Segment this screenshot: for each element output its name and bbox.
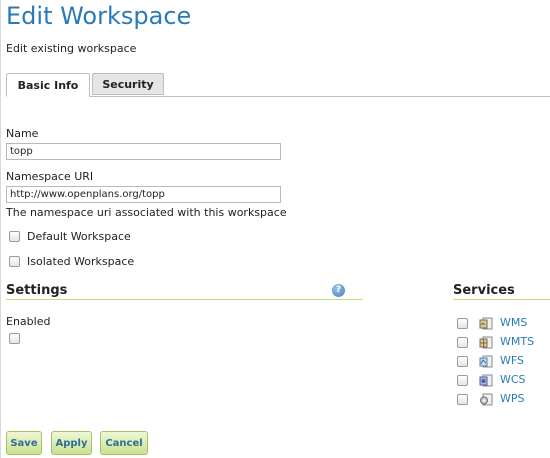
service-checkbox-wms[interactable] [457, 318, 468, 329]
namespace-uri-label: Namespace URI [6, 170, 94, 183]
cancel-button[interactable]: Cancel [100, 431, 148, 455]
enabled-checkbox[interactable] [9, 333, 20, 344]
service-link-wfs[interactable]: WFS [500, 354, 524, 367]
service-checkbox-wmts[interactable] [457, 337, 468, 348]
isolated-workspace-label: Isolated Workspace [27, 255, 135, 268]
tab-security[interactable]: Security [92, 73, 164, 95]
feature-icon [479, 355, 493, 368]
settings-title: Settings [6, 283, 68, 298]
name-field[interactable] [6, 143, 281, 160]
service-checkbox-wcs[interactable] [457, 375, 468, 386]
service-link-wmts[interactable]: WMTS [500, 335, 534, 348]
left-border [0, 0, 1, 458]
service-checkbox-wfs[interactable] [457, 356, 468, 367]
services-divider [453, 299, 550, 300]
namespace-uri-help: The namespace uri associated with this w… [6, 206, 287, 219]
tab-bar: Basic Info Security [6, 73, 550, 97]
settings-divider [6, 299, 363, 300]
tab-basic-info[interactable]: Basic Info [6, 73, 90, 97]
default-workspace-checkbox[interactable] [9, 231, 20, 242]
enabled-label: Enabled [6, 315, 51, 328]
save-button[interactable]: Save [6, 431, 42, 455]
tile-map-icon [479, 336, 493, 349]
service-link-wms[interactable]: WMS [500, 316, 527, 329]
map-icon [479, 317, 493, 330]
coverage-icon [479, 374, 493, 387]
page-subtitle: Edit existing workspace [6, 42, 137, 55]
process-gear-icon [480, 393, 493, 406]
isolated-workspace-checkbox[interactable] [9, 256, 20, 267]
page-title: Edit Workspace [6, 2, 192, 30]
services-title: Services [453, 283, 515, 298]
help-icon[interactable]: ? [332, 284, 345, 297]
service-link-wcs[interactable]: WCS [500, 373, 526, 386]
name-label: Name [6, 127, 39, 140]
default-workspace-label: Default Workspace [27, 230, 131, 243]
service-link-wps[interactable]: WPS [500, 392, 525, 405]
namespace-uri-field[interactable] [6, 186, 281, 203]
apply-button[interactable]: Apply [51, 431, 92, 455]
service-checkbox-wps[interactable] [457, 394, 468, 405]
